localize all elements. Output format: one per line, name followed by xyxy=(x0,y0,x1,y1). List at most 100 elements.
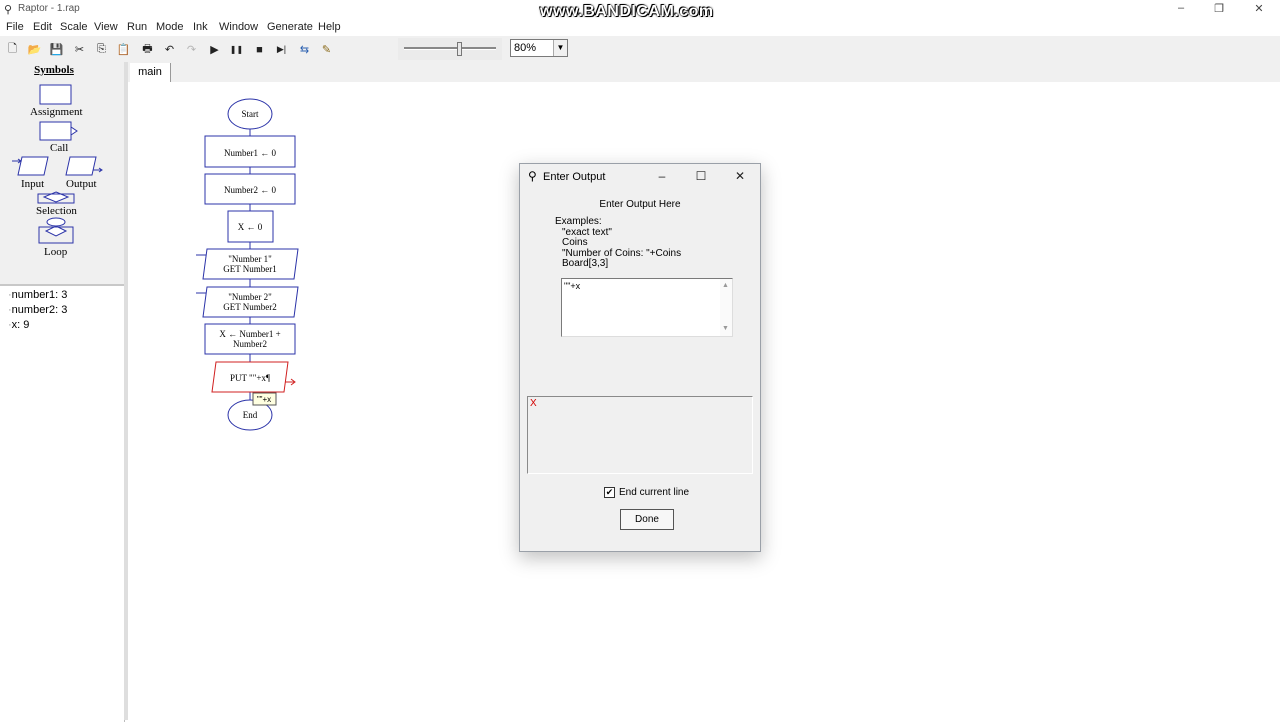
title-bar: ⚲ Raptor - 1.rap www.BANDICAM.com – ❐ ✕ xyxy=(0,0,1280,20)
new-button[interactable]: 🗋 xyxy=(2,39,23,60)
dialog-minimize-button[interactable]: – xyxy=(650,169,674,183)
menu-scale[interactable]: Scale xyxy=(60,21,88,33)
menu-window[interactable]: Window xyxy=(219,21,258,33)
execute-icon: ▶ xyxy=(210,44,219,56)
print-button[interactable]: 🖶 xyxy=(137,39,158,60)
enter-output-dialog: ⚲ Enter Output – ☐ ✕ Enter Output Here E… xyxy=(519,163,761,552)
input-symbol[interactable] xyxy=(12,156,49,176)
examples-block: Examples: "exact text" Coins "Number of … xyxy=(555,216,681,270)
menu-edit[interactable]: Edit xyxy=(33,21,52,33)
selection-label: Selection xyxy=(36,205,77,217)
test-server-button[interactable]: ⇆ xyxy=(294,39,315,60)
output-symbol[interactable] xyxy=(65,156,103,176)
tab-main[interactable]: main xyxy=(130,63,171,82)
raptor-app-icon: ⚲ xyxy=(528,169,537,183)
zoom-value: 80% xyxy=(514,42,537,54)
variable-item[interactable]: ·number1: 3 xyxy=(8,289,67,301)
variable-item[interactable]: ·number2: 3 xyxy=(8,304,67,316)
dialog-close-button[interactable]: ✕ xyxy=(728,169,752,183)
variable-text: number2: 3 xyxy=(11,304,68,316)
stop-button[interactable]: ■ xyxy=(249,39,270,60)
open-icon: 📂 xyxy=(27,44,42,56)
ink-pen-button[interactable]: ✎ xyxy=(316,39,337,60)
example-item: Board[3,3] xyxy=(562,258,609,269)
copy-button[interactable]: ⎘ xyxy=(91,39,112,60)
menu-file[interactable]: File xyxy=(6,21,24,33)
chevron-down-icon[interactable]: ▼ xyxy=(553,40,567,56)
assignment-sum-line2: Number2 xyxy=(233,339,267,349)
assignment-x-text: X ← 0 xyxy=(238,222,263,232)
pause-button[interactable]: ❚❚ xyxy=(226,39,247,60)
restore-button[interactable]: ❐ xyxy=(1204,2,1234,15)
assignment-number1-text: Number1 ← 0 xyxy=(224,148,276,158)
speed-slider-thumb[interactable] xyxy=(457,42,463,56)
undo-icon: ↶ xyxy=(164,44,175,56)
redo-button[interactable]: ↷ xyxy=(181,39,202,60)
dialog-heading: Enter Output Here xyxy=(599,199,681,210)
variables-panel: ·number1: 3 ·number2: 3 ·x: 9 xyxy=(0,284,125,722)
dialog-title: Enter Output xyxy=(543,171,606,183)
menu-bar: File Edit Scale View Run Mode Ink Window… xyxy=(0,19,1280,36)
close-button[interactable]: ✕ xyxy=(1244,2,1274,15)
menu-help[interactable]: Help xyxy=(318,21,341,33)
end-current-line-label[interactable]: End current line xyxy=(619,487,689,498)
output-expression-value: ""+x xyxy=(564,281,581,291)
flowchart: Start Number1 ← 0 Number2 ← 0 X ← 0 "Num… xyxy=(196,98,299,431)
menu-ink[interactable]: Ink xyxy=(193,21,208,33)
ink-pen-icon: ✎ xyxy=(321,44,332,56)
dialog-maximize-button[interactable]: ☐ xyxy=(689,169,713,183)
step-icon: ▶| xyxy=(276,44,287,54)
cut-button[interactable]: ✂ xyxy=(69,39,90,60)
end-current-line-checkbox[interactable]: ✔ xyxy=(604,487,615,498)
step-button[interactable]: ▶| xyxy=(271,39,292,60)
undo-button[interactable]: ↶ xyxy=(159,39,180,60)
variable-item[interactable]: ·x: 9 xyxy=(8,319,29,331)
menu-view[interactable]: View xyxy=(94,21,118,33)
paste-button[interactable]: 📋 xyxy=(113,39,134,60)
save-icon: 💾 xyxy=(49,44,64,56)
selection-symbol[interactable] xyxy=(37,191,75,204)
example-item: Coins xyxy=(562,237,588,248)
redo-icon: ↷ xyxy=(186,44,197,56)
scroll-up-icon[interactable]: ▲ xyxy=(722,282,729,289)
call-symbol[interactable] xyxy=(39,121,78,141)
assignment-sum-line1: X ← Number1 + xyxy=(219,329,280,339)
paste-icon: 📋 xyxy=(116,44,131,56)
done-button[interactable]: Done xyxy=(620,509,674,530)
assignment-symbol[interactable] xyxy=(39,84,72,105)
window-title: Raptor - 1.rap xyxy=(18,3,80,14)
minimize-button[interactable]: – xyxy=(1166,2,1196,14)
loop-label: Loop xyxy=(44,246,68,258)
copy-icon: ⎘ xyxy=(97,43,106,55)
assignment-number2-text: Number2 ← 0 xyxy=(224,185,276,195)
scroll-down-icon[interactable]: ▼ xyxy=(722,325,729,332)
tab-bar: main xyxy=(128,62,1280,82)
loop-symbol[interactable] xyxy=(38,217,74,244)
dialog-title-bar[interactable]: ⚲ Enter Output – ☐ ✕ xyxy=(520,164,760,188)
save-button[interactable]: 💾 xyxy=(46,39,67,60)
output-expression-input[interactable]: ""+x ▲ ▼ xyxy=(561,278,733,337)
input-number1-prompt: "Number 1" xyxy=(228,254,272,264)
stop-icon: ■ xyxy=(256,43,263,56)
raptor-app-icon: ⚲ xyxy=(4,4,13,16)
speed-slider-track xyxy=(404,47,496,50)
variable-text: x: 9 xyxy=(11,319,30,331)
textbox-scrollbar[interactable]: ▲ ▼ xyxy=(720,279,732,336)
input-label: Input xyxy=(21,178,45,190)
examples-label: Examples: xyxy=(555,216,602,227)
open-button[interactable]: 📂 xyxy=(24,39,45,60)
menu-generate[interactable]: Generate xyxy=(267,21,313,33)
output-statement-text: PUT ""+x¶ xyxy=(230,373,270,383)
input-number2-prompt: "Number 2" xyxy=(228,292,272,302)
print-icon: 🖶 xyxy=(142,43,153,55)
cut-icon: ✂ xyxy=(74,44,85,56)
menu-run[interactable]: Run xyxy=(127,21,147,33)
menu-mode[interactable]: Mode xyxy=(156,21,184,33)
output-label: Output xyxy=(66,178,97,190)
error-message-box: X xyxy=(527,396,753,474)
variable-text: number1: 3 xyxy=(11,289,68,301)
speed-slider[interactable] xyxy=(398,38,502,60)
input-number2-get: GET Number2 xyxy=(223,302,277,312)
zoom-select[interactable]: 80% ▼ xyxy=(510,39,568,57)
execute-button[interactable]: ▶ xyxy=(204,39,225,60)
